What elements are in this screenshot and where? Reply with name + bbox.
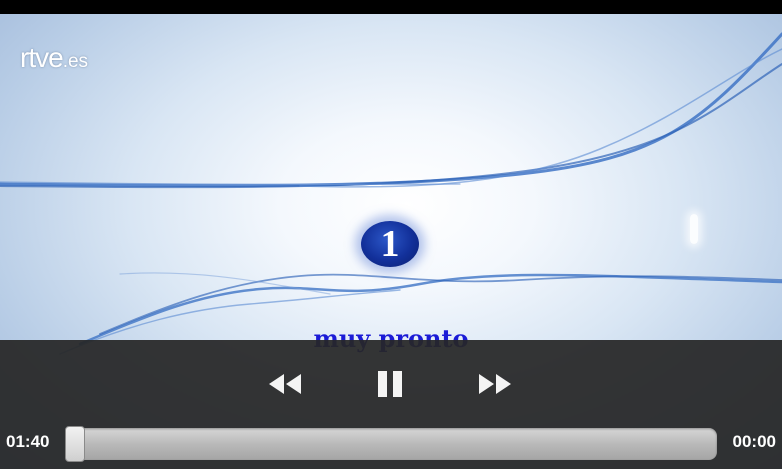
channel-number: 1 [380, 223, 400, 265]
watermark-main-text: rtve [20, 42, 64, 73]
seek-bar-thumb[interactable] [65, 426, 85, 462]
rtve-watermark-logo: rtve.es [20, 42, 88, 74]
video-player-screen: rtve.es 1 muy pronto 01:40 00:00 [0, 0, 782, 469]
pause-button[interactable] [365, 364, 415, 404]
channel-badge: 1 [357, 219, 423, 269]
fast-forward-icon [479, 374, 511, 394]
rewind-button[interactable] [260, 364, 310, 404]
elapsed-time: 01:40 [6, 432, 50, 451]
playback-controls-bar: 01:40 00:00 [0, 340, 782, 469]
seek-bar[interactable] [65, 428, 717, 460]
total-time: 00:00 [732, 432, 776, 451]
watermark-suffix-text: .es [62, 51, 89, 72]
rewind-icon [269, 374, 301, 394]
fast-forward-button[interactable] [470, 364, 520, 404]
light-flare [690, 214, 698, 244]
pause-icon [378, 371, 402, 397]
